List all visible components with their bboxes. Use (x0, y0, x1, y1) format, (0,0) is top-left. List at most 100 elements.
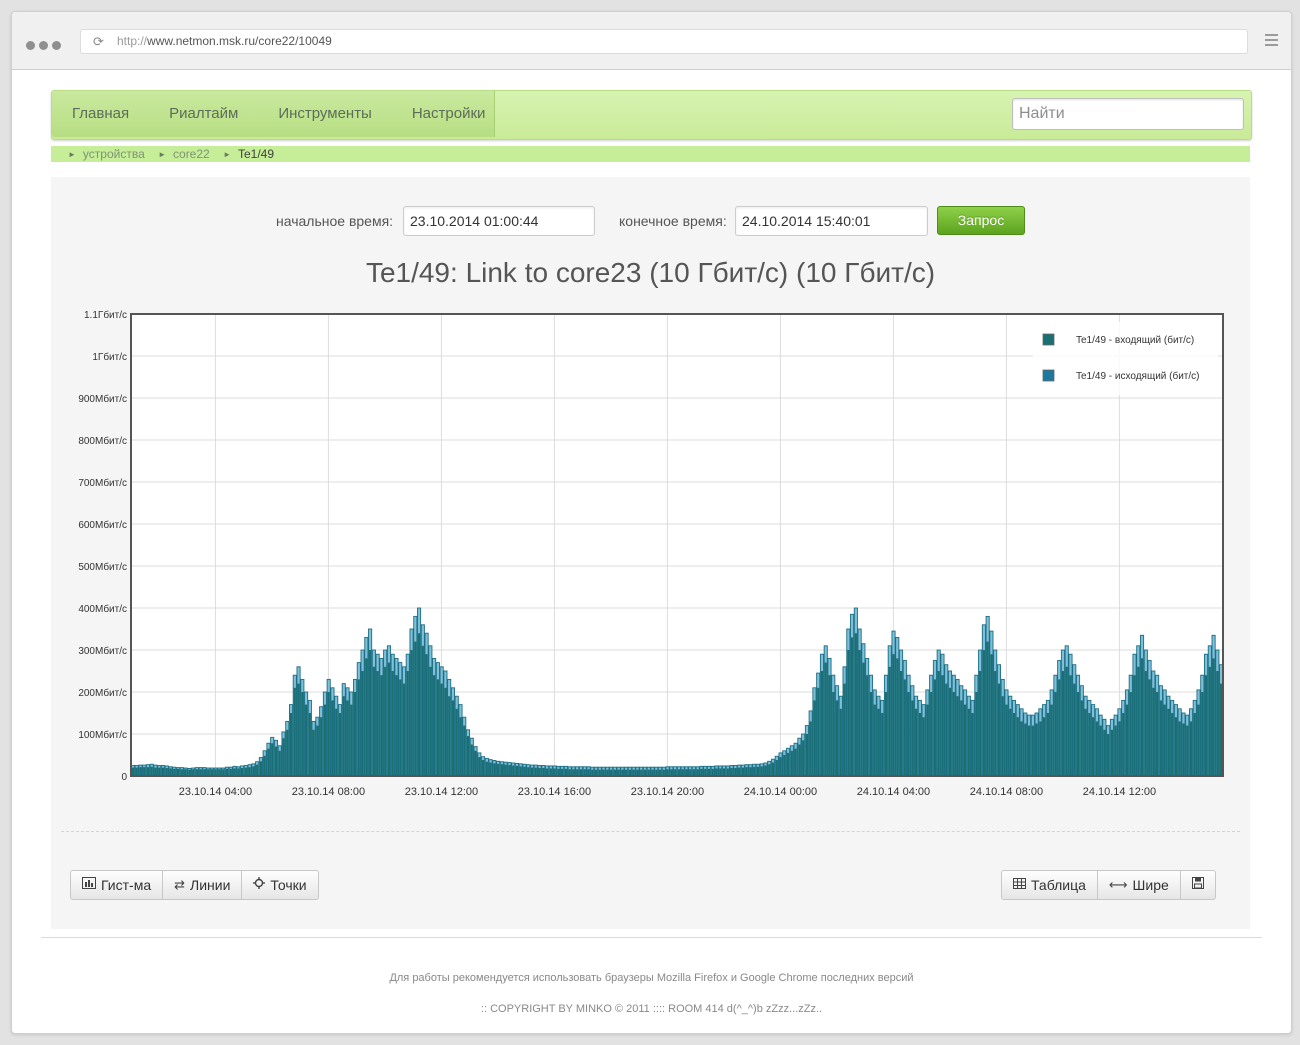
bar-incoming[interactable] (1133, 675, 1136, 776)
bar-incoming[interactable] (176, 768, 180, 776)
bar-incoming[interactable] (945, 683, 948, 776)
bar-incoming[interactable] (790, 750, 793, 776)
bar-incoming[interactable] (1140, 658, 1144, 776)
bar-incoming[interactable] (768, 764, 771, 776)
bar-incoming[interactable] (1107, 734, 1110, 776)
bar-incoming[interactable] (165, 768, 168, 776)
bar-incoming[interactable] (1137, 666, 1140, 776)
bar-incoming[interactable] (704, 768, 707, 776)
bar-incoming[interactable] (771, 762, 775, 776)
bar-incoming[interactable] (1156, 692, 1159, 776)
bar-incoming[interactable] (557, 768, 560, 776)
bar-incoming[interactable] (896, 658, 899, 776)
bar-incoming[interactable] (1076, 692, 1080, 776)
breadcrumb-item-devices[interactable]: устройства (83, 146, 145, 162)
bar-incoming[interactable] (1020, 721, 1023, 776)
bar-incoming[interactable] (817, 687, 820, 776)
bar-incoming[interactable] (161, 767, 165, 776)
bar-incoming[interactable] (312, 729, 315, 776)
bar-incoming[interactable] (519, 766, 522, 776)
bar-incoming[interactable] (131, 767, 134, 776)
bar-incoming[interactable] (282, 738, 285, 776)
bar-incoming[interactable] (192, 769, 195, 776)
bar-incoming[interactable] (994, 671, 997, 776)
table-button[interactable]: Таблица (1001, 870, 1098, 900)
bar-incoming[interactable] (402, 683, 406, 776)
bar-incoming[interactable] (233, 768, 236, 776)
bar-incoming[interactable] (805, 734, 808, 776)
bar-incoming[interactable] (583, 769, 586, 776)
bar-incoming[interactable] (546, 768, 549, 776)
bar-incoming[interactable] (1182, 723, 1185, 777)
end-time-input[interactable]: 24.10.2014 15:40:01 (735, 206, 928, 236)
bar-incoming[interactable] (241, 768, 244, 776)
bar-incoming[interactable] (180, 769, 183, 776)
bar-incoming[interactable] (689, 769, 692, 776)
bar-incoming[interactable] (1174, 717, 1178, 776)
bar-incoming[interactable] (1220, 683, 1223, 776)
bar-incoming[interactable] (933, 679, 937, 776)
bar-incoming[interactable] (1069, 675, 1072, 776)
bar-incoming[interactable] (538, 768, 541, 776)
bar-incoming[interactable] (308, 713, 311, 776)
bar-incoming[interactable] (380, 675, 383, 776)
bar-incoming[interactable] (960, 700, 963, 776)
bar-incoming[interactable] (417, 633, 421, 776)
bar-incoming[interactable] (436, 679, 439, 776)
bar-incoming[interactable] (1099, 725, 1102, 776)
bar-incoming[interactable] (975, 692, 978, 776)
bar-incoming[interactable] (143, 767, 146, 776)
bar-incoming[interactable] (760, 766, 763, 776)
bar-incoming[interactable] (1005, 704, 1008, 776)
bar-incoming[interactable] (734, 768, 737, 776)
bar-incoming[interactable] (873, 704, 876, 776)
bar-incoming[interactable] (278, 750, 281, 776)
bar-incoming[interactable] (1201, 692, 1204, 776)
bar-incoming[interactable] (207, 769, 210, 776)
bar-incoming[interactable] (244, 767, 247, 776)
bar-incoming[interactable] (1163, 704, 1166, 776)
bar-incoming[interactable] (576, 769, 579, 776)
bar-incoming[interactable] (323, 704, 327, 776)
bar-incoming[interactable] (1058, 679, 1061, 776)
bar-incoming[interactable] (327, 692, 330, 776)
bar-incoming[interactable] (726, 768, 729, 776)
bar-incoming[interactable] (259, 761, 262, 776)
bar-incoming[interactable] (410, 650, 413, 776)
hamburger-menu-icon[interactable] (1265, 34, 1278, 49)
query-button[interactable]: Запрос (937, 206, 1025, 235)
bar-incoming[interactable] (881, 713, 884, 776)
bar-incoming[interactable] (1144, 671, 1147, 776)
bar-incoming[interactable] (523, 766, 526, 776)
bar-incoming[interactable] (1073, 683, 1076, 776)
bar-incoming[interactable] (455, 708, 458, 776)
bar-incoming[interactable] (497, 763, 500, 776)
bar-incoming[interactable] (899, 671, 903, 776)
bar-incoming[interactable] (478, 757, 481, 776)
bar-incoming[interactable] (692, 769, 696, 776)
bar-incoming[interactable] (715, 768, 718, 776)
bar-incoming[interactable] (915, 708, 918, 776)
bar-incoming[interactable] (248, 767, 251, 776)
bar-incoming[interactable] (711, 768, 714, 776)
nav-item-home[interactable]: Главная (52, 91, 149, 137)
bar-incoming[interactable] (948, 687, 952, 776)
bar-incoming[interactable] (1167, 708, 1170, 776)
points-button[interactable]: Точки (242, 870, 319, 900)
bar-incoming[interactable] (530, 767, 534, 776)
bar-incoming[interactable] (941, 675, 944, 776)
bar-incoming[interactable] (489, 762, 492, 776)
bar-incoming[interactable] (809, 721, 812, 776)
bar-incoming[interactable] (937, 671, 940, 776)
bar-incoming[interactable] (210, 769, 214, 776)
address-bar[interactable]: ⟳ http://www.netmon.msk.ru/core22/10049 (80, 29, 1248, 54)
bar-incoming[interactable] (670, 769, 673, 776)
bar-incoming[interactable] (971, 713, 974, 776)
bar-incoming[interactable] (301, 692, 304, 776)
bar-incoming[interactable] (764, 765, 767, 777)
bar-incoming[interactable] (267, 748, 270, 776)
bar-incoming[interactable] (150, 766, 153, 776)
bar-incoming[interactable] (783, 755, 786, 776)
bar-incoming[interactable] (184, 769, 187, 776)
save-button[interactable] (1180, 870, 1216, 900)
